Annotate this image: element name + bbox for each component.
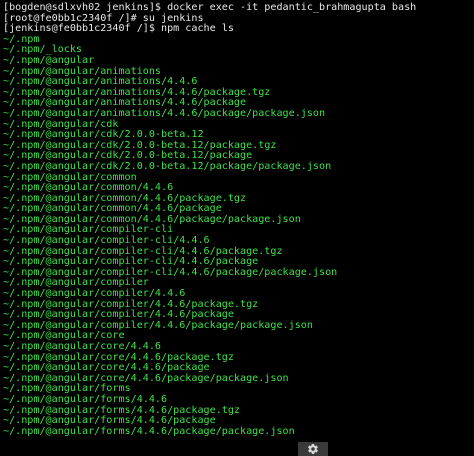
terminal-command-line: [jenkins@fe0bb1c2340f /]$ npm cache ls	[3, 23, 234, 35]
terminal-output-line: ~/.npm/@angular/forms/4.4.6/package/pack…	[3, 425, 295, 437]
gear-icon	[307, 443, 319, 455]
bottom-bar	[0, 442, 474, 456]
terminal-output-line: ~/.npm/@angular/core/4.4.6	[3, 341, 162, 352]
terminal-output-line: ~/.npm/@angular	[3, 54, 95, 66]
terminal-output-line: ~/.npm/@angular/cdk/2.0.0-beta.12/packag…	[3, 160, 332, 172]
terminal-window[interactable]: [bogden@sdlxvh02 jenkins]$ docker exec -…	[0, 0, 474, 456]
terminal-output-line: ~/.npm/@angular/forms/4.4.6	[3, 393, 168, 405]
settings-button[interactable]	[298, 442, 328, 456]
terminal-command-line: [bogden@sdlxvh02 jenkins]$ docker exec -…	[3, 2, 417, 13]
terminal-output-line: ~/.npm/@angular/animations/4.4.6/package…	[3, 107, 326, 119]
terminal-output: [bogden@sdlxvh02 jenkins]$ docker exec -…	[3, 2, 474, 437]
